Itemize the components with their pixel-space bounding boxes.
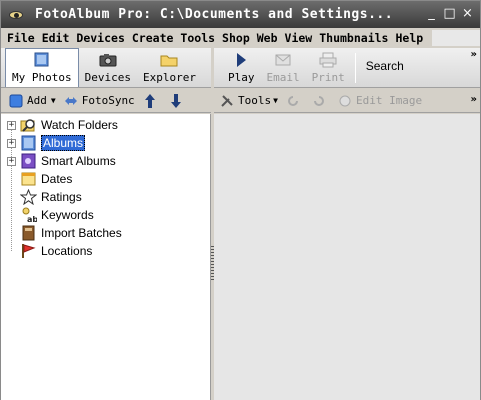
devices-label: Devices — [84, 71, 131, 84]
edit-image-label: Edit Image — [355, 94, 423, 107]
email-icon — [273, 52, 293, 68]
dropdown-arrow-icon: ▼ — [273, 96, 278, 105]
sync-arrows-icon — [64, 94, 78, 108]
menu-edit[interactable]: Edit — [42, 31, 70, 45]
rotate-right-button[interactable] — [312, 94, 330, 108]
close-button[interactable]: × — [459, 6, 476, 22]
arrow-up-icon — [143, 93, 157, 108]
tree-item-locations[interactable]: Locations — [7, 242, 122, 260]
tree-label: Keywords — [41, 208, 94, 222]
tree-label-selected: Albums — [41, 135, 86, 151]
edit-image-button[interactable]: Edit Image — [338, 94, 422, 108]
tree-label: Smart Albums — [41, 154, 116, 168]
move-down-button[interactable] — [169, 93, 187, 108]
tree-label: Locations — [41, 244, 93, 258]
tree-label: Watch Folders — [41, 118, 118, 132]
expand-plus-icon[interactable]: + — [7, 120, 16, 130]
menu-devices[interactable]: Devices — [76, 31, 124, 45]
explorer-label: Explorer — [142, 71, 196, 84]
tools-dropdown-button[interactable]: Tools ▼ — [220, 94, 278, 108]
svg-text:ab: ab — [27, 215, 37, 223]
menu-blank-area — [432, 30, 480, 46]
add-dropdown-button[interactable]: Add ▼ — [9, 94, 56, 108]
flag-icon — [20, 243, 37, 259]
menu-web[interactable]: Web — [257, 31, 278, 45]
window-title: FotoAlbum Pro: C:\Documents and Settings… — [35, 7, 394, 22]
tree-item-smart-albums[interactable]: + Smart Albums — [7, 152, 122, 170]
explorer-button[interactable]: Explorer — [137, 49, 202, 87]
keyword-icon: ab — [20, 207, 38, 224]
tree-item-ratings[interactable]: Ratings — [7, 188, 122, 206]
minimize-button[interactable]: _ — [423, 6, 440, 22]
tree-label: Ratings — [41, 190, 82, 204]
rotate-right-icon — [312, 94, 326, 108]
thumbnail-view-panel[interactable] — [214, 114, 480, 400]
play-button[interactable]: Play — [214, 49, 261, 87]
collection-tree: + Watch Folders + Albums + Smart Albums — [7, 116, 122, 260]
dropdown-arrow-icon: ▼ — [50, 96, 56, 105]
tree-label: Import Batches — [41, 226, 122, 240]
calendar-icon — [20, 171, 37, 187]
move-up-button[interactable] — [143, 93, 161, 108]
devices-button[interactable]: Devices — [79, 49, 137, 87]
app-window: FotoAlbum Pro: C:\Documents and Settings… — [0, 0, 481, 400]
menu-file[interactable]: File — [7, 31, 35, 45]
arrow-down-icon — [169, 93, 183, 108]
magnifier-folder-icon — [20, 117, 37, 133]
tree-item-keywords[interactable]: ab Keywords — [7, 206, 122, 224]
menu-create[interactable]: Create — [132, 31, 174, 45]
import-icon — [20, 225, 37, 241]
photos-icon — [32, 52, 52, 68]
menu-view[interactable]: View — [285, 31, 313, 45]
fotosync-button[interactable]: FotoSync — [64, 94, 135, 108]
album-actions-bar: Add ▼ FotoSync — [1, 89, 211, 113]
navigation-toolbar: My Photos Devices Explorer — [1, 48, 211, 88]
title-bar[interactable]: FotoAlbum Pro: C:\Documents and Settings… — [1, 1, 480, 28]
edit-hand-icon — [338, 94, 352, 108]
menu-help[interactable]: Help — [395, 31, 423, 45]
search-button[interactable]: Search — [360, 59, 404, 87]
maximize-button[interactable]: □ — [441, 6, 458, 22]
my-photos-label: My Photos — [12, 71, 72, 84]
add-album-icon — [9, 94, 23, 108]
menu-shop[interactable]: Shop — [222, 31, 250, 45]
play-icon — [231, 52, 251, 68]
tree-item-import-batches[interactable]: Import Batches — [7, 224, 122, 242]
star-icon — [19, 188, 38, 206]
tools-overflow-chevron[interactable]: » — [471, 94, 477, 105]
menu-bar: File Edit Devices Create Tools Shop Web … — [1, 28, 480, 48]
tree-item-dates[interactable]: Dates — [7, 170, 122, 188]
tree-label: Dates — [41, 172, 73, 186]
tree-item-watch-folders[interactable]: + Watch Folders — [7, 116, 122, 134]
camera-icon — [98, 52, 118, 68]
rotate-left-icon — [286, 94, 300, 108]
collection-tree-panel: + Watch Folders + Albums + Smart Albums — [1, 114, 211, 400]
rotate-left-button[interactable] — [286, 94, 304, 108]
print-label: Print — [311, 71, 345, 84]
expand-plus-icon[interactable]: + — [7, 138, 16, 148]
app-eye-icon — [7, 8, 27, 22]
tree-item-albums[interactable]: + Albums — [7, 134, 122, 152]
printer-icon — [318, 52, 338, 68]
my-photos-button[interactable]: My Photos — [5, 48, 79, 87]
toolbar-separator — [354, 53, 356, 83]
album-icon — [20, 135, 37, 151]
email-label: Email — [266, 71, 300, 84]
email-button[interactable]: Email — [261, 49, 306, 87]
fotosync-label: FotoSync — [81, 94, 135, 107]
menu-tools[interactable]: Tools — [180, 31, 215, 45]
toolbar-overflow-chevron[interactable]: » — [471, 49, 477, 60]
folder-icon — [159, 52, 179, 68]
add-label: Add — [27, 94, 47, 107]
menu-thumbnails[interactable]: Thumbnails — [319, 31, 388, 45]
play-label: Play — [228, 71, 255, 84]
tools-wrench-icon — [220, 94, 234, 108]
print-button[interactable]: Print — [306, 49, 351, 87]
expand-plus-icon[interactable]: + — [7, 156, 16, 166]
tools-label: Tools — [238, 94, 272, 107]
image-tools-bar: Tools ▼ Edit Image » — [214, 89, 480, 113]
smart-album-icon — [20, 153, 37, 169]
action-toolbar: Play Email Print Search » — [214, 48, 480, 88]
